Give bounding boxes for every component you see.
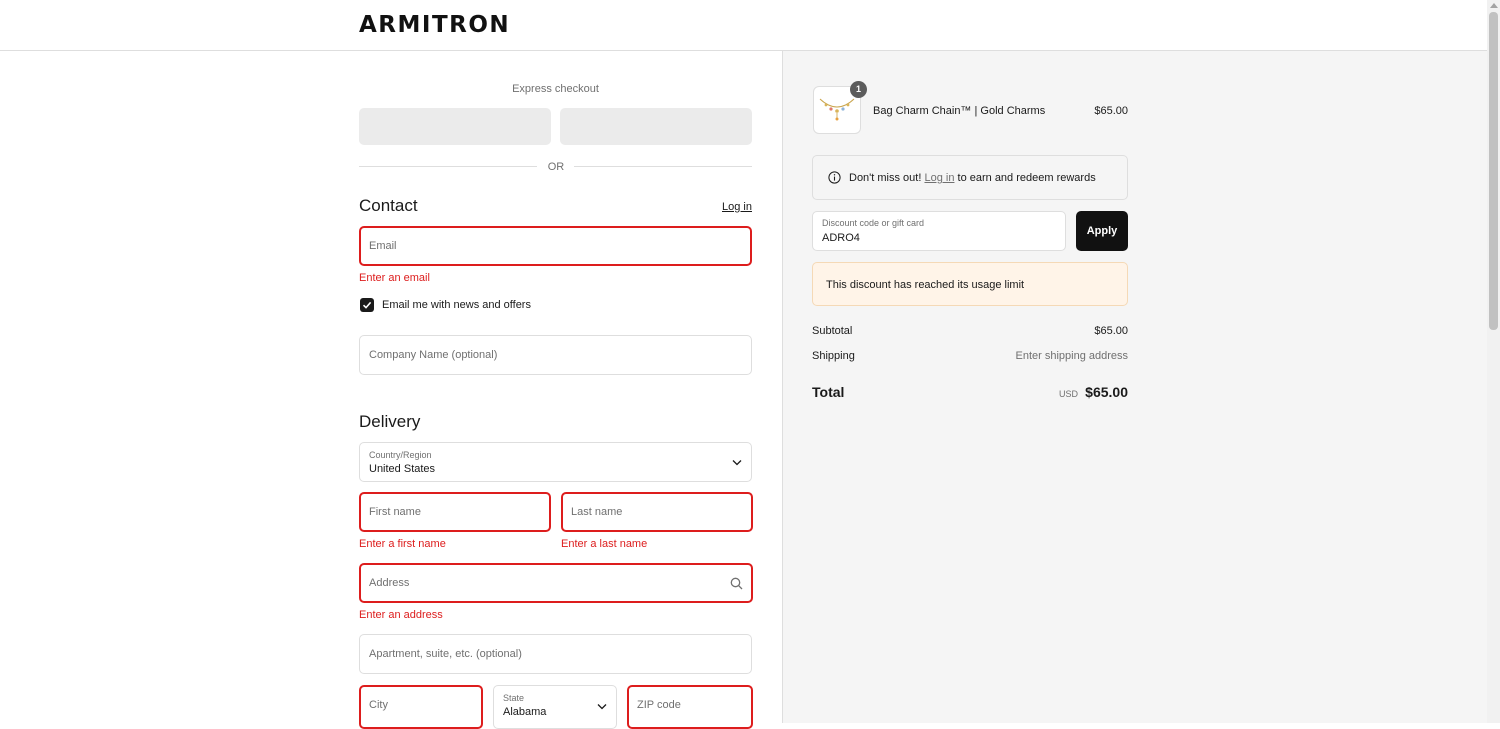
rewards-text: Don't miss out! Log in to earn and redee… xyxy=(849,172,1096,184)
divider-right xyxy=(574,166,752,167)
rewards-login-link[interactable]: Log in xyxy=(924,172,954,184)
currency-code: USD xyxy=(1058,389,1078,399)
email-placeholder: Email xyxy=(369,240,397,252)
rewards-prefix: Don't miss out! xyxy=(849,172,922,184)
total-value: $65.00 xyxy=(1085,384,1128,400)
subtotal-value: $65.00 xyxy=(1094,325,1128,337)
discount-label: Discount code or gift card xyxy=(822,218,925,228)
newsletter-label[interactable]: Email me with news and offers xyxy=(382,299,531,311)
last-name-error: Enter a last name xyxy=(561,538,648,550)
email-field[interactable]: Email xyxy=(359,226,752,266)
country-label: Country/Region xyxy=(369,450,432,460)
discount-code-field[interactable]: Discount code or gift card ADRO4 xyxy=(812,211,1066,251)
subtotal-label: Subtotal xyxy=(812,325,853,337)
brand-logo[interactable]: ARMITRON xyxy=(359,12,510,38)
address-placeholder: Address xyxy=(369,577,410,589)
express-pay-button-1[interactable] xyxy=(359,108,551,145)
shipping-value: Enter shipping address xyxy=(1015,350,1128,362)
express-checkout-label: Express checkout xyxy=(512,83,599,95)
last-name-placeholder: Last name xyxy=(571,506,623,518)
login-link[interactable]: Log in xyxy=(722,201,752,213)
discount-notice: This discount has reached its usage limi… xyxy=(812,262,1128,306)
scroll-up-arrow-icon[interactable] xyxy=(1490,3,1498,8)
total-label: Total xyxy=(812,384,845,400)
state-select[interactable]: State Alabama xyxy=(493,685,617,729)
first-name-placeholder: First name xyxy=(369,506,421,518)
apply-discount-button[interactable]: Apply xyxy=(1076,211,1128,251)
checkmark-icon xyxy=(362,301,372,309)
rewards-suffix: to earn and redeem rewards xyxy=(957,172,1096,184)
scrollbar-thumb[interactable] xyxy=(1489,12,1498,330)
city-field[interactable]: City xyxy=(359,685,483,729)
product-price: $65.00 xyxy=(1094,105,1128,117)
info-icon xyxy=(828,171,841,184)
rewards-banner: Don't miss out! Log in to earn and redee… xyxy=(812,155,1128,200)
order-summary-panel xyxy=(782,51,1488,723)
first-name-field[interactable]: First name xyxy=(359,492,551,532)
address-field[interactable]: Address xyxy=(359,563,753,603)
contact-heading: Contact xyxy=(359,196,418,215)
scrollbar[interactable] xyxy=(1487,0,1500,723)
email-error: Enter an email xyxy=(359,272,430,284)
discount-notice-text: This discount has reached its usage limi… xyxy=(826,279,1025,291)
newsletter-checkbox[interactable] xyxy=(360,298,374,312)
shipping-label: Shipping xyxy=(812,350,855,362)
chevron-down-icon xyxy=(597,704,607,710)
product-name: Bag Charm Chain™ | Gold Charms xyxy=(873,105,1046,117)
express-pay-button-2[interactable] xyxy=(560,108,752,145)
company-placeholder: Company Name (optional) xyxy=(369,349,498,361)
divider-left xyxy=(359,166,537,167)
discount-value: ADRO4 xyxy=(822,232,860,244)
address-error: Enter an address xyxy=(359,609,443,621)
country-value: United States xyxy=(369,463,436,475)
apartment-placeholder: Apartment, suite, etc. (optional) xyxy=(369,648,522,660)
zip-code-field[interactable]: ZIP code xyxy=(627,685,753,729)
country-select[interactable]: Country/Region United States xyxy=(359,442,752,482)
city-placeholder: City xyxy=(369,699,388,711)
header: ARMITRON xyxy=(0,0,1487,51)
delivery-heading: Delivery xyxy=(359,412,421,431)
zip-placeholder: ZIP code xyxy=(637,699,681,711)
state-value: Alabama xyxy=(503,706,547,718)
company-name-field[interactable]: Company Name (optional) xyxy=(359,335,752,375)
quantity-badge: 1 xyxy=(850,81,867,98)
chevron-down-icon xyxy=(732,460,742,466)
apartment-field[interactable]: Apartment, suite, etc. (optional) xyxy=(359,634,752,674)
or-divider-text: OR xyxy=(547,161,565,173)
state-label: State xyxy=(503,693,525,703)
search-icon[interactable] xyxy=(730,577,743,590)
first-name-error: Enter a first name xyxy=(359,538,446,550)
last-name-field[interactable]: Last name xyxy=(561,492,753,532)
